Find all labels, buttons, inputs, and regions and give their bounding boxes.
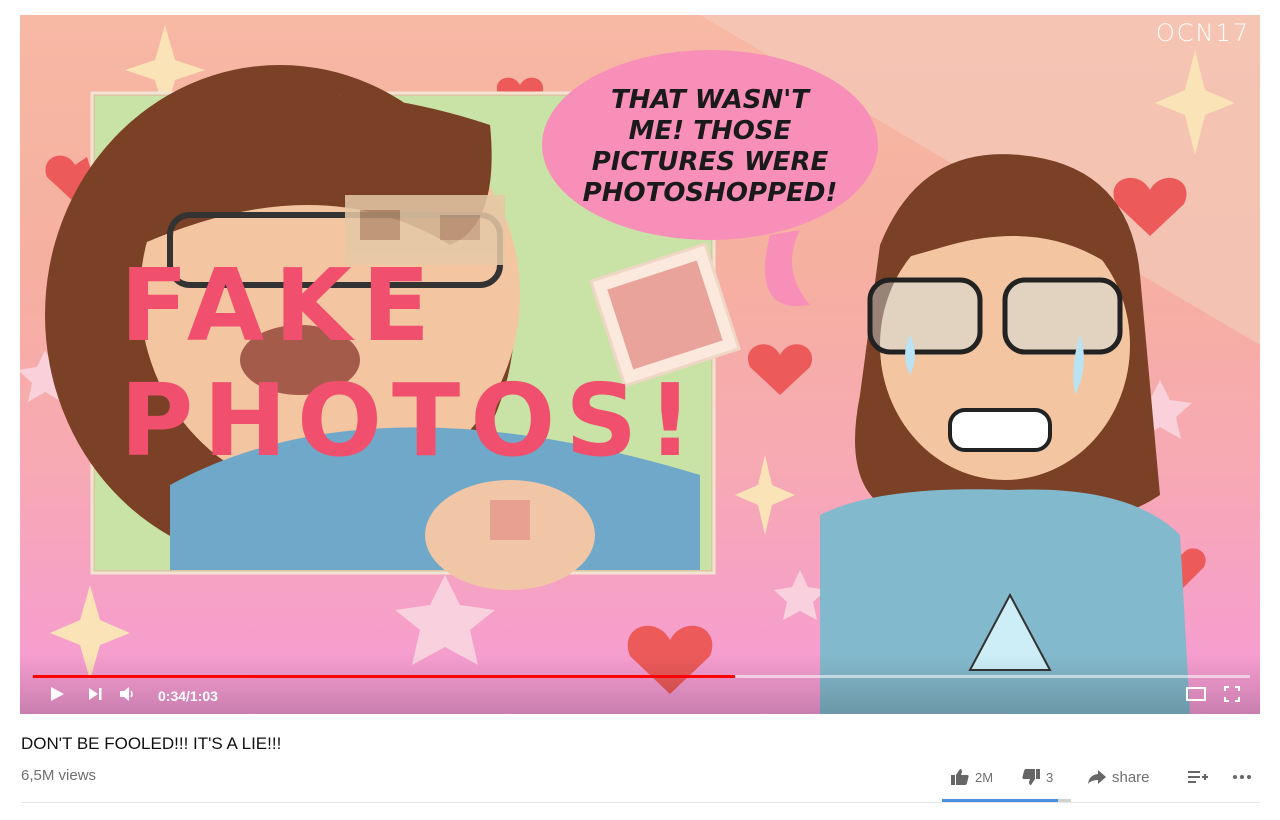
- next-icon: [89, 688, 102, 700]
- speech-bubble-line: PHOTOSHOPPED!: [583, 178, 838, 208]
- thumbs-down-icon: [1022, 769, 1040, 785]
- speech-bubble-line: ME! THOSE: [629, 116, 792, 146]
- video-title: DON'T BE FOOLED!!! IT'S A LIE!!!: [21, 734, 282, 753]
- play-icon: [51, 687, 64, 701]
- speech-bubble-line: PICTURES WERE: [592, 147, 829, 177]
- like-count: 2M: [975, 769, 994, 785]
- thumbs-up-icon: [951, 769, 969, 785]
- play-button[interactable]: [47, 684, 67, 704]
- fake-photos-caption-line: FAKE: [120, 247, 440, 364]
- next-button[interactable]: [85, 684, 105, 704]
- channel-watermark: OCN17: [1155, 19, 1250, 47]
- video-player[interactable]: THAT WASN'T ME! THOSE PICTURES WERE PHOT…: [20, 15, 1260, 714]
- speech-bubble-line: THAT WASN'T: [611, 85, 811, 115]
- add-to-playlist-icon: [1188, 771, 1208, 783]
- more-horizontal-icon: [1233, 775, 1251, 779]
- add-to-playlist-button[interactable]: [1188, 766, 1214, 788]
- volume-icon: [120, 687, 133, 701]
- more-actions-button[interactable]: [1232, 766, 1258, 788]
- fake-photos-caption-line: PHOTOS!: [120, 362, 703, 479]
- view-count: 6,5M views: [21, 767, 97, 784]
- dislike-count: 3: [1046, 769, 1054, 785]
- theater-mode-button[interactable]: [1186, 684, 1206, 704]
- share-button[interactable]: share: [1088, 766, 1150, 788]
- player-controls: 0:34/1:03: [20, 676, 1260, 714]
- fullscreen-icon: [1224, 686, 1240, 702]
- divider: [21, 802, 1260, 803]
- dislike-button[interactable]: 3: [1022, 766, 1053, 788]
- like-button[interactable]: 2M: [951, 766, 993, 788]
- theater-mode-icon: [1186, 687, 1206, 701]
- fullscreen-button[interactable]: [1222, 684, 1242, 704]
- share-arrow-icon: [1088, 770, 1106, 784]
- volume-button[interactable]: [117, 684, 137, 704]
- time-display: 0:34/1:03: [158, 688, 218, 704]
- share-label: share: [1112, 768, 1150, 786]
- video-frame: THAT WASN'T ME! THOSE PICTURES WERE PHOT…: [20, 15, 1260, 714]
